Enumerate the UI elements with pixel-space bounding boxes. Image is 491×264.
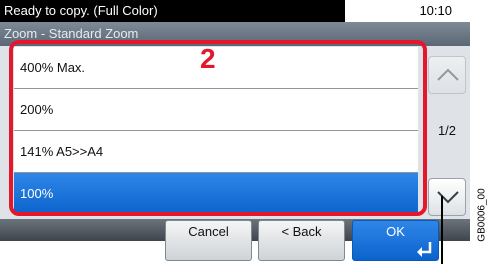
status-bar: Ready to copy. (Full Color) 10:10: [0, 0, 470, 22]
cancel-button[interactable]: Cancel: [165, 220, 252, 261]
back-button[interactable]: < Back: [258, 220, 345, 261]
zoom-option-141[interactable]: 141% A5>>A4: [14, 131, 418, 173]
chevron-up-icon: [437, 68, 459, 81]
page-indicator: 1/2: [437, 123, 457, 138]
enter-arrow-icon: [417, 242, 432, 257]
figure-code-text: GB0006_00: [476, 188, 488, 242]
chevron-down-icon: [437, 191, 459, 204]
zoom-option-100[interactable]: 100%: [14, 173, 418, 215]
copier-screen: Ready to copy. (Full Color) 10:10 Zoom -…: [0, 0, 470, 241]
ok-button-label: OK: [386, 224, 405, 239]
screen-title: Zoom - Standard Zoom: [0, 22, 470, 46]
zoom-option-200[interactable]: 200%: [14, 89, 418, 131]
step-number: 2: [200, 43, 216, 74]
scroll-down-button[interactable]: [428, 178, 466, 216]
status-time: 10:10: [419, 3, 452, 18]
figure-code: GB0006_00: [474, 178, 490, 252]
status-message: Ready to copy. (Full Color): [0, 0, 345, 22]
zoom-option-400[interactable]: 400% Max.: [14, 47, 418, 89]
scroll-column: 1/2: [425, 48, 469, 218]
callout-pointer-line: [441, 196, 443, 264]
ok-button[interactable]: OK: [352, 220, 439, 261]
scroll-up-button[interactable]: [428, 56, 466, 94]
